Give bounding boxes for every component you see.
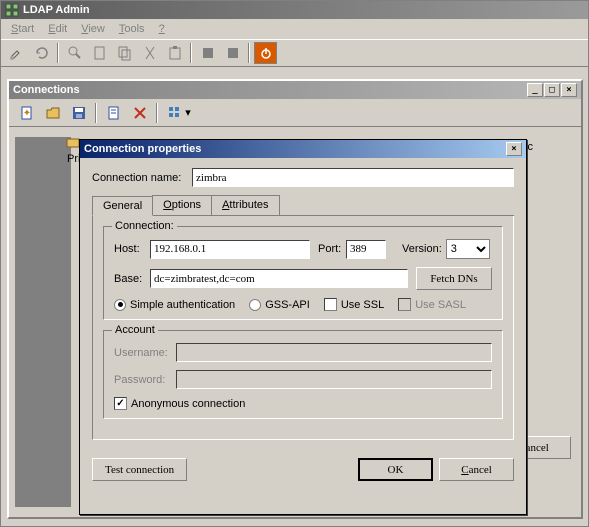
password-label: Password: xyxy=(114,374,176,386)
app-titlebar: LDAP Admin xyxy=(1,1,588,19)
main-toolbar xyxy=(1,39,588,67)
tab-general[interactable]: General xyxy=(92,196,153,216)
use-ssl-checkbox[interactable]: Use SSL xyxy=(324,298,384,311)
connection-properties-dialog: Connection properties × Connection name:… xyxy=(79,139,527,515)
host-input[interactable] xyxy=(150,240,310,259)
dialog-titlebar: Connection properties × xyxy=(80,140,526,158)
use-sasl-checkbox: Use SASL xyxy=(398,298,466,311)
port-label: Port: xyxy=(318,243,346,255)
ok-button[interactable]: OK xyxy=(358,458,433,481)
checkbox-icon xyxy=(398,298,411,311)
account-group: Account Username: Password: Anonymous co… xyxy=(103,330,503,419)
auth-simple-radio[interactable]: Simple authentication xyxy=(114,299,235,311)
separator xyxy=(156,103,158,123)
username-label: Username: xyxy=(114,347,176,359)
dialog-title: Connection properties xyxy=(84,143,201,155)
right-char: c xyxy=(528,141,534,153)
tb-connect-icon[interactable] xyxy=(5,42,28,64)
test-connection-button[interactable]: Test connection xyxy=(92,458,187,481)
svg-text:✦: ✦ xyxy=(22,108,30,119)
use-ssl-label: Use SSL xyxy=(341,299,384,311)
separator xyxy=(248,43,250,63)
base-input[interactable] xyxy=(150,269,408,288)
separator xyxy=(57,43,59,63)
delete-icon[interactable] xyxy=(128,102,151,124)
connections-toolbar: ✦ ▾ xyxy=(9,99,581,127)
radio-dot-icon xyxy=(114,299,126,311)
tb-stop1-icon[interactable] xyxy=(196,42,219,64)
tb-doc-icon[interactable] xyxy=(88,42,111,64)
connections-titlebar: Connections _ □ × xyxy=(9,81,581,99)
menu-edit[interactable]: Edit xyxy=(42,21,73,37)
tab-panel-general: Connection: Host: Port: Version: 3 Base: xyxy=(92,216,514,440)
password-input xyxy=(176,370,492,389)
tb-stop2-icon[interactable] xyxy=(221,42,244,64)
properties-icon[interactable] xyxy=(102,102,125,124)
menubar: Start Edit View Tools ? xyxy=(1,19,588,39)
radio-dot-icon xyxy=(249,299,261,311)
version-select[interactable]: 3 xyxy=(446,239,490,259)
host-label: Host: xyxy=(114,243,150,255)
version-label: Version: xyxy=(402,243,442,255)
menu-start[interactable]: Start xyxy=(5,21,40,37)
separator xyxy=(190,43,192,63)
use-sasl-label: Use SASL xyxy=(415,299,466,311)
auth-gss-label: GSS-API xyxy=(265,299,310,311)
checkbox-icon xyxy=(324,298,337,311)
connection-group: Connection: Host: Port: Version: 3 Base: xyxy=(103,226,503,320)
account-legend: Account xyxy=(112,324,158,336)
connection-name-input[interactable] xyxy=(192,168,514,187)
checkbox-icon xyxy=(114,397,127,410)
left-pane xyxy=(15,137,71,507)
maximize-button[interactable]: □ xyxy=(544,83,560,97)
cancel-button[interactable]: Cancel xyxy=(439,458,514,481)
view-grid-icon[interactable]: ▾ xyxy=(163,102,195,124)
tabs: General Options Attributes xyxy=(92,195,514,216)
port-input[interactable] xyxy=(346,240,386,259)
username-input xyxy=(176,343,492,362)
dialog-buttons: Test connection OK Cancel xyxy=(80,450,526,491)
base-label: Base: xyxy=(114,273,150,285)
tb-paste-icon[interactable] xyxy=(163,42,186,64)
minimize-button[interactable]: _ xyxy=(527,83,543,97)
tb-copy-icon[interactable] xyxy=(113,42,136,64)
app-icon xyxy=(5,3,19,17)
open-folder-icon[interactable] xyxy=(41,102,64,124)
new-conn-icon[interactable]: ✦ xyxy=(15,102,38,124)
auth-simple-label: Simple authentication xyxy=(130,299,235,311)
close-button[interactable]: × xyxy=(561,83,577,97)
save-disk-icon[interactable] xyxy=(67,102,90,124)
connection-legend: Connection: xyxy=(112,220,177,232)
connection-name-label: Connection name: xyxy=(92,172,192,184)
tb-cut-icon[interactable] xyxy=(138,42,161,64)
tab-attributes[interactable]: Attributes xyxy=(211,195,279,215)
tb-refresh-icon[interactable] xyxy=(30,42,53,64)
tb-power-icon[interactable] xyxy=(254,42,277,64)
menu-view[interactable]: View xyxy=(75,21,111,37)
fetch-dns-button[interactable]: Fetch DNs xyxy=(416,267,492,290)
menu-help[interactable]: ? xyxy=(153,21,171,37)
auth-gss-radio[interactable]: GSS-API xyxy=(249,299,310,311)
menu-tools[interactable]: Tools xyxy=(113,21,151,37)
main-window: LDAP Admin Start Edit View Tools ? Conne… xyxy=(0,0,589,527)
connections-title: Connections xyxy=(13,84,80,96)
anonymous-checkbox[interactable]: Anonymous connection xyxy=(114,397,245,410)
dialog-close-button[interactable]: × xyxy=(506,142,522,156)
anonymous-label: Anonymous connection xyxy=(131,398,245,410)
app-title: LDAP Admin xyxy=(23,4,90,16)
tab-options[interactable]: Options xyxy=(152,195,212,215)
tb-search-icon[interactable] xyxy=(63,42,86,64)
separator xyxy=(95,103,97,123)
